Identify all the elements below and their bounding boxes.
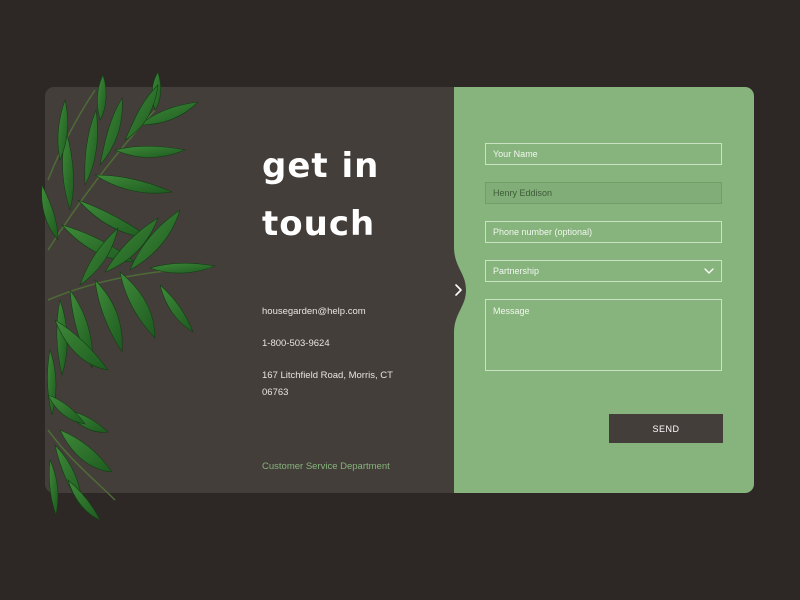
phone-input[interactable] (485, 221, 722, 243)
title-line-2: touch (262, 204, 376, 244)
company-input[interactable] (485, 182, 722, 204)
message-textarea[interactable] (485, 299, 722, 371)
topic-select[interactable]: Partnership (485, 260, 722, 282)
contact-info-panel: get in touch housegarden@help.com 1-800-… (45, 87, 454, 493)
name-input[interactable] (485, 143, 722, 165)
title-line-1: get in (262, 146, 380, 186)
send-button[interactable]: SEND (609, 414, 723, 443)
contact-phone: 1-800-503-9624 (262, 338, 330, 349)
topic-select-value: Partnership (493, 266, 540, 276)
chevron-right-icon (455, 284, 462, 296)
next-arrow-button[interactable] (448, 279, 470, 301)
page-title: get in touch (262, 137, 442, 253)
contact-address: 167 Litchfield Road, Morris, CT 06763 (262, 370, 393, 398)
chevron-down-icon (704, 268, 714, 274)
contact-email: housegarden@help.com (262, 306, 366, 317)
contact-card: get in touch housegarden@help.com 1-800-… (45, 87, 754, 493)
page-background: get in touch housegarden@help.com 1-800-… (0, 0, 800, 600)
department-label: Customer Service Department (262, 461, 390, 472)
